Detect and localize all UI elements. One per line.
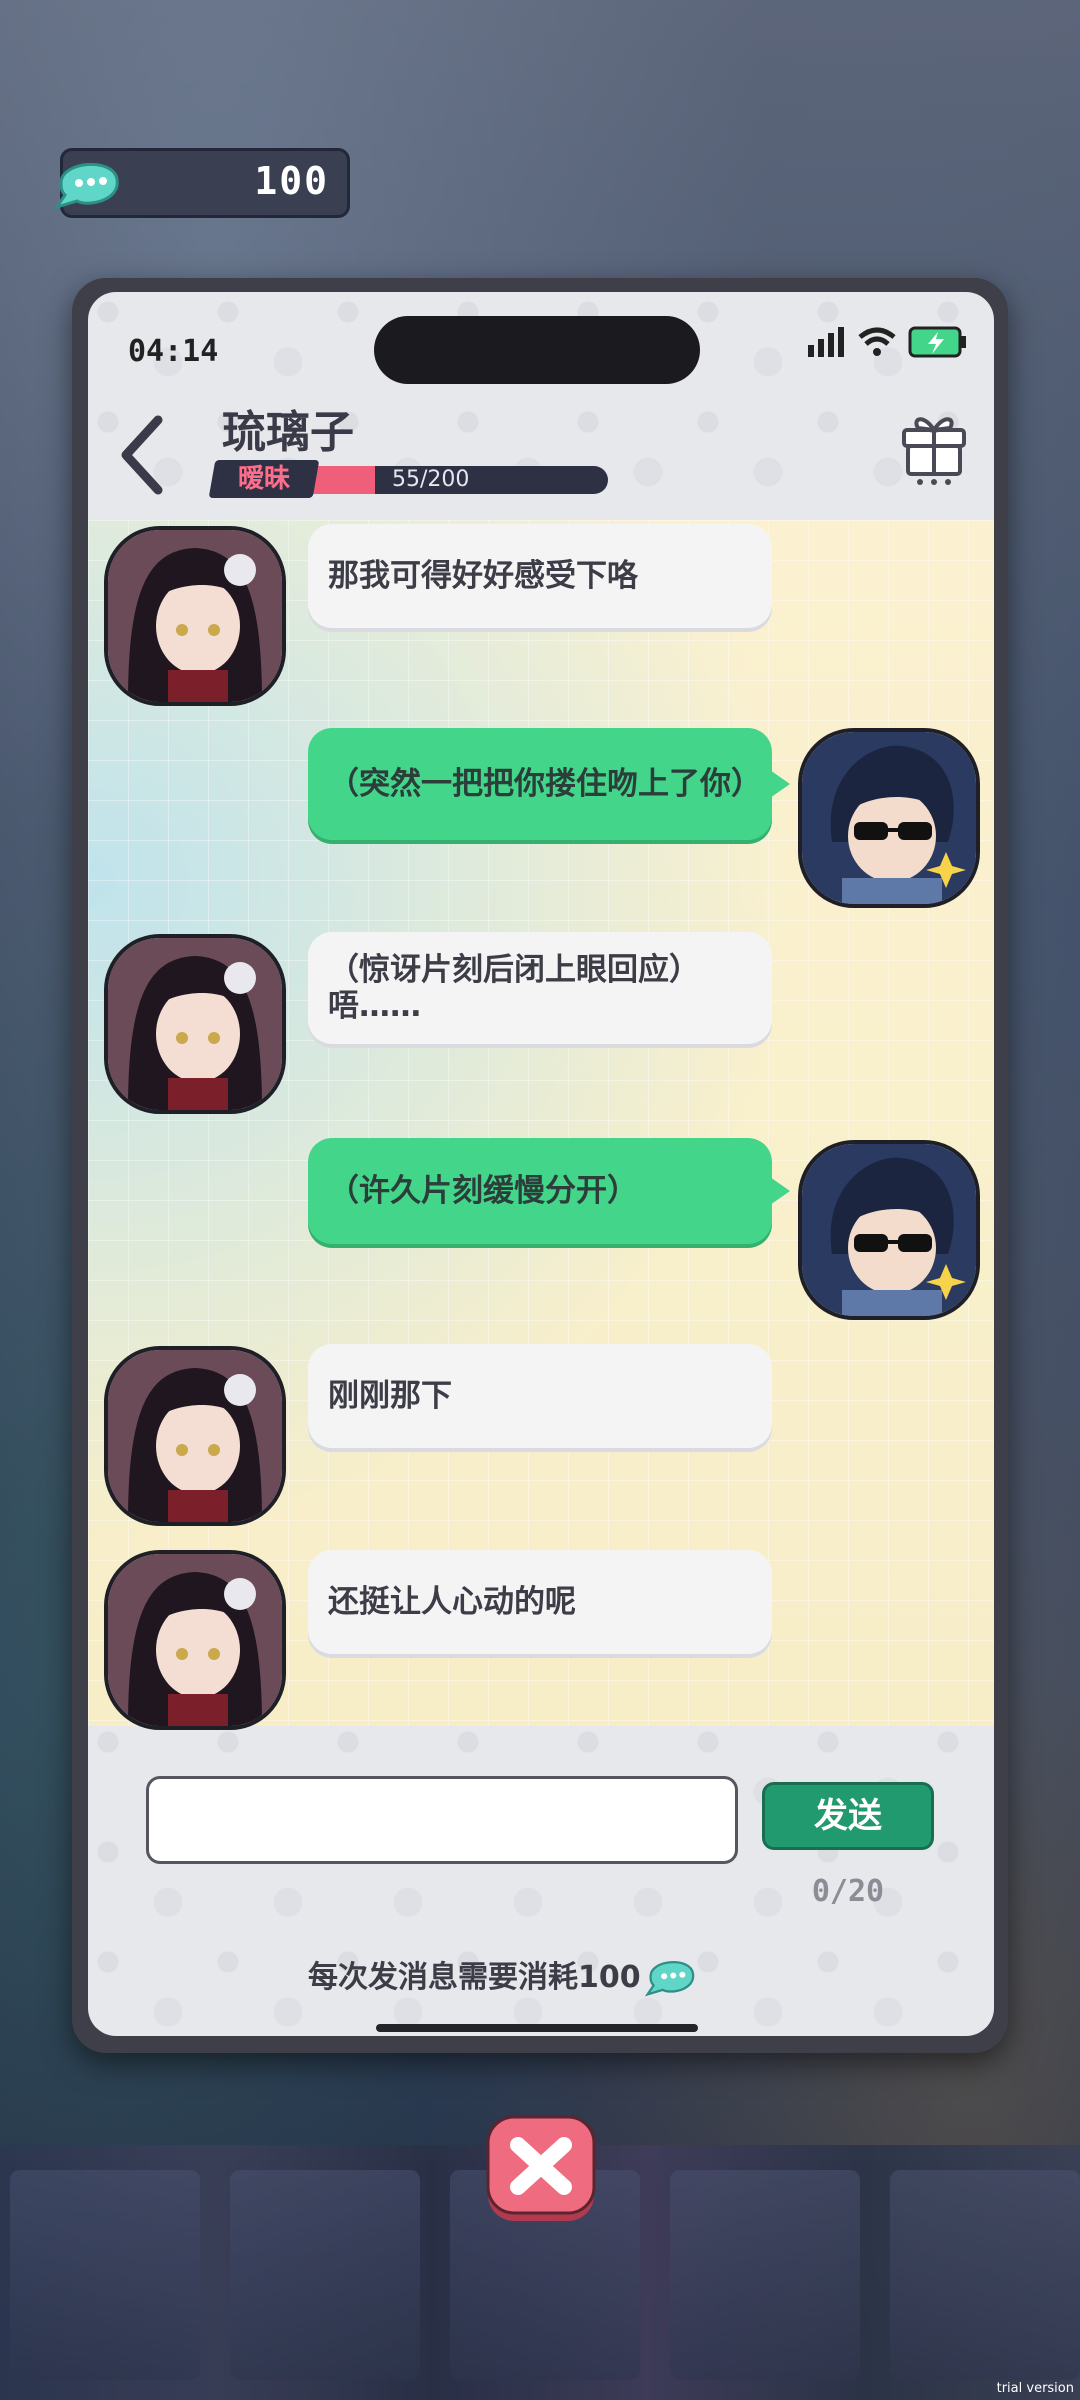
chat-screen: 04:14 琉璃子 暧昧 55/200 那我可得好好感受下咯 （突然一把把你搂住…: [88, 292, 994, 2036]
message-bubble-received: （惊讶片刻后闭上眼回应）唔……: [308, 932, 772, 1044]
contact-avatar: [104, 526, 286, 706]
watermark: trial version: [996, 2381, 1074, 2396]
user-avatar: [798, 728, 980, 908]
currency-counter: 100: [53, 148, 350, 218]
status-time: 04:14: [128, 334, 219, 369]
back-arrow-icon[interactable]: [112, 410, 172, 500]
gift-icon[interactable]: [898, 404, 970, 486]
signal-icon: [808, 327, 844, 357]
chat-bubble-coin-icon: [53, 163, 119, 210]
message-bubble-received: 还挺让人心动的呢: [308, 1550, 772, 1654]
close-button[interactable]: [484, 2115, 598, 2225]
message-cost-note: 每次发消息需要消耗100: [308, 1948, 699, 2000]
contact-avatar: [104, 1550, 286, 1730]
message-bubble-received: 那我可得好好感受下咯: [308, 524, 772, 628]
contact-name: 琉璃子: [222, 407, 354, 458]
message-bubble-sent: （许久片刻缓慢分开）: [308, 1138, 790, 1244]
battery-icon: [908, 326, 966, 358]
message-bubble-sent: （突然一把把你搂住吻上了你）: [308, 728, 790, 840]
dynamic-island: [374, 316, 700, 384]
composer: 发送 0/20 每次发消息需要消耗100: [88, 1726, 994, 2036]
relationship-value: 55/200: [392, 467, 470, 492]
status-icons: [808, 326, 968, 358]
message-bubble-received: 刚刚那下: [308, 1344, 772, 1448]
contact-avatar: [104, 1346, 286, 1526]
chat-message-list[interactable]: 那我可得好好感受下咯 （突然一把把你搂住吻上了你） （惊讶片刻后闭上眼回应）唔……: [88, 520, 994, 1730]
relationship-meter: 暧昧 55/200: [208, 460, 608, 498]
character-counter: 0/20: [811, 1874, 885, 1909]
contact-avatar: [104, 934, 286, 1114]
wifi-icon: [858, 327, 896, 356]
message-input[interactable]: [146, 1776, 738, 1864]
user-avatar: [798, 1140, 980, 1320]
chat-bubble-coin-icon: [644, 1961, 694, 1997]
relationship-label: 暧昧: [237, 464, 290, 494]
cost-note-text: 每次发消息需要消耗100: [308, 1960, 641, 1995]
home-indicator: [376, 2024, 698, 2032]
send-button[interactable]: 发送: [762, 1782, 934, 1850]
currency-amount: 100: [254, 159, 329, 203]
